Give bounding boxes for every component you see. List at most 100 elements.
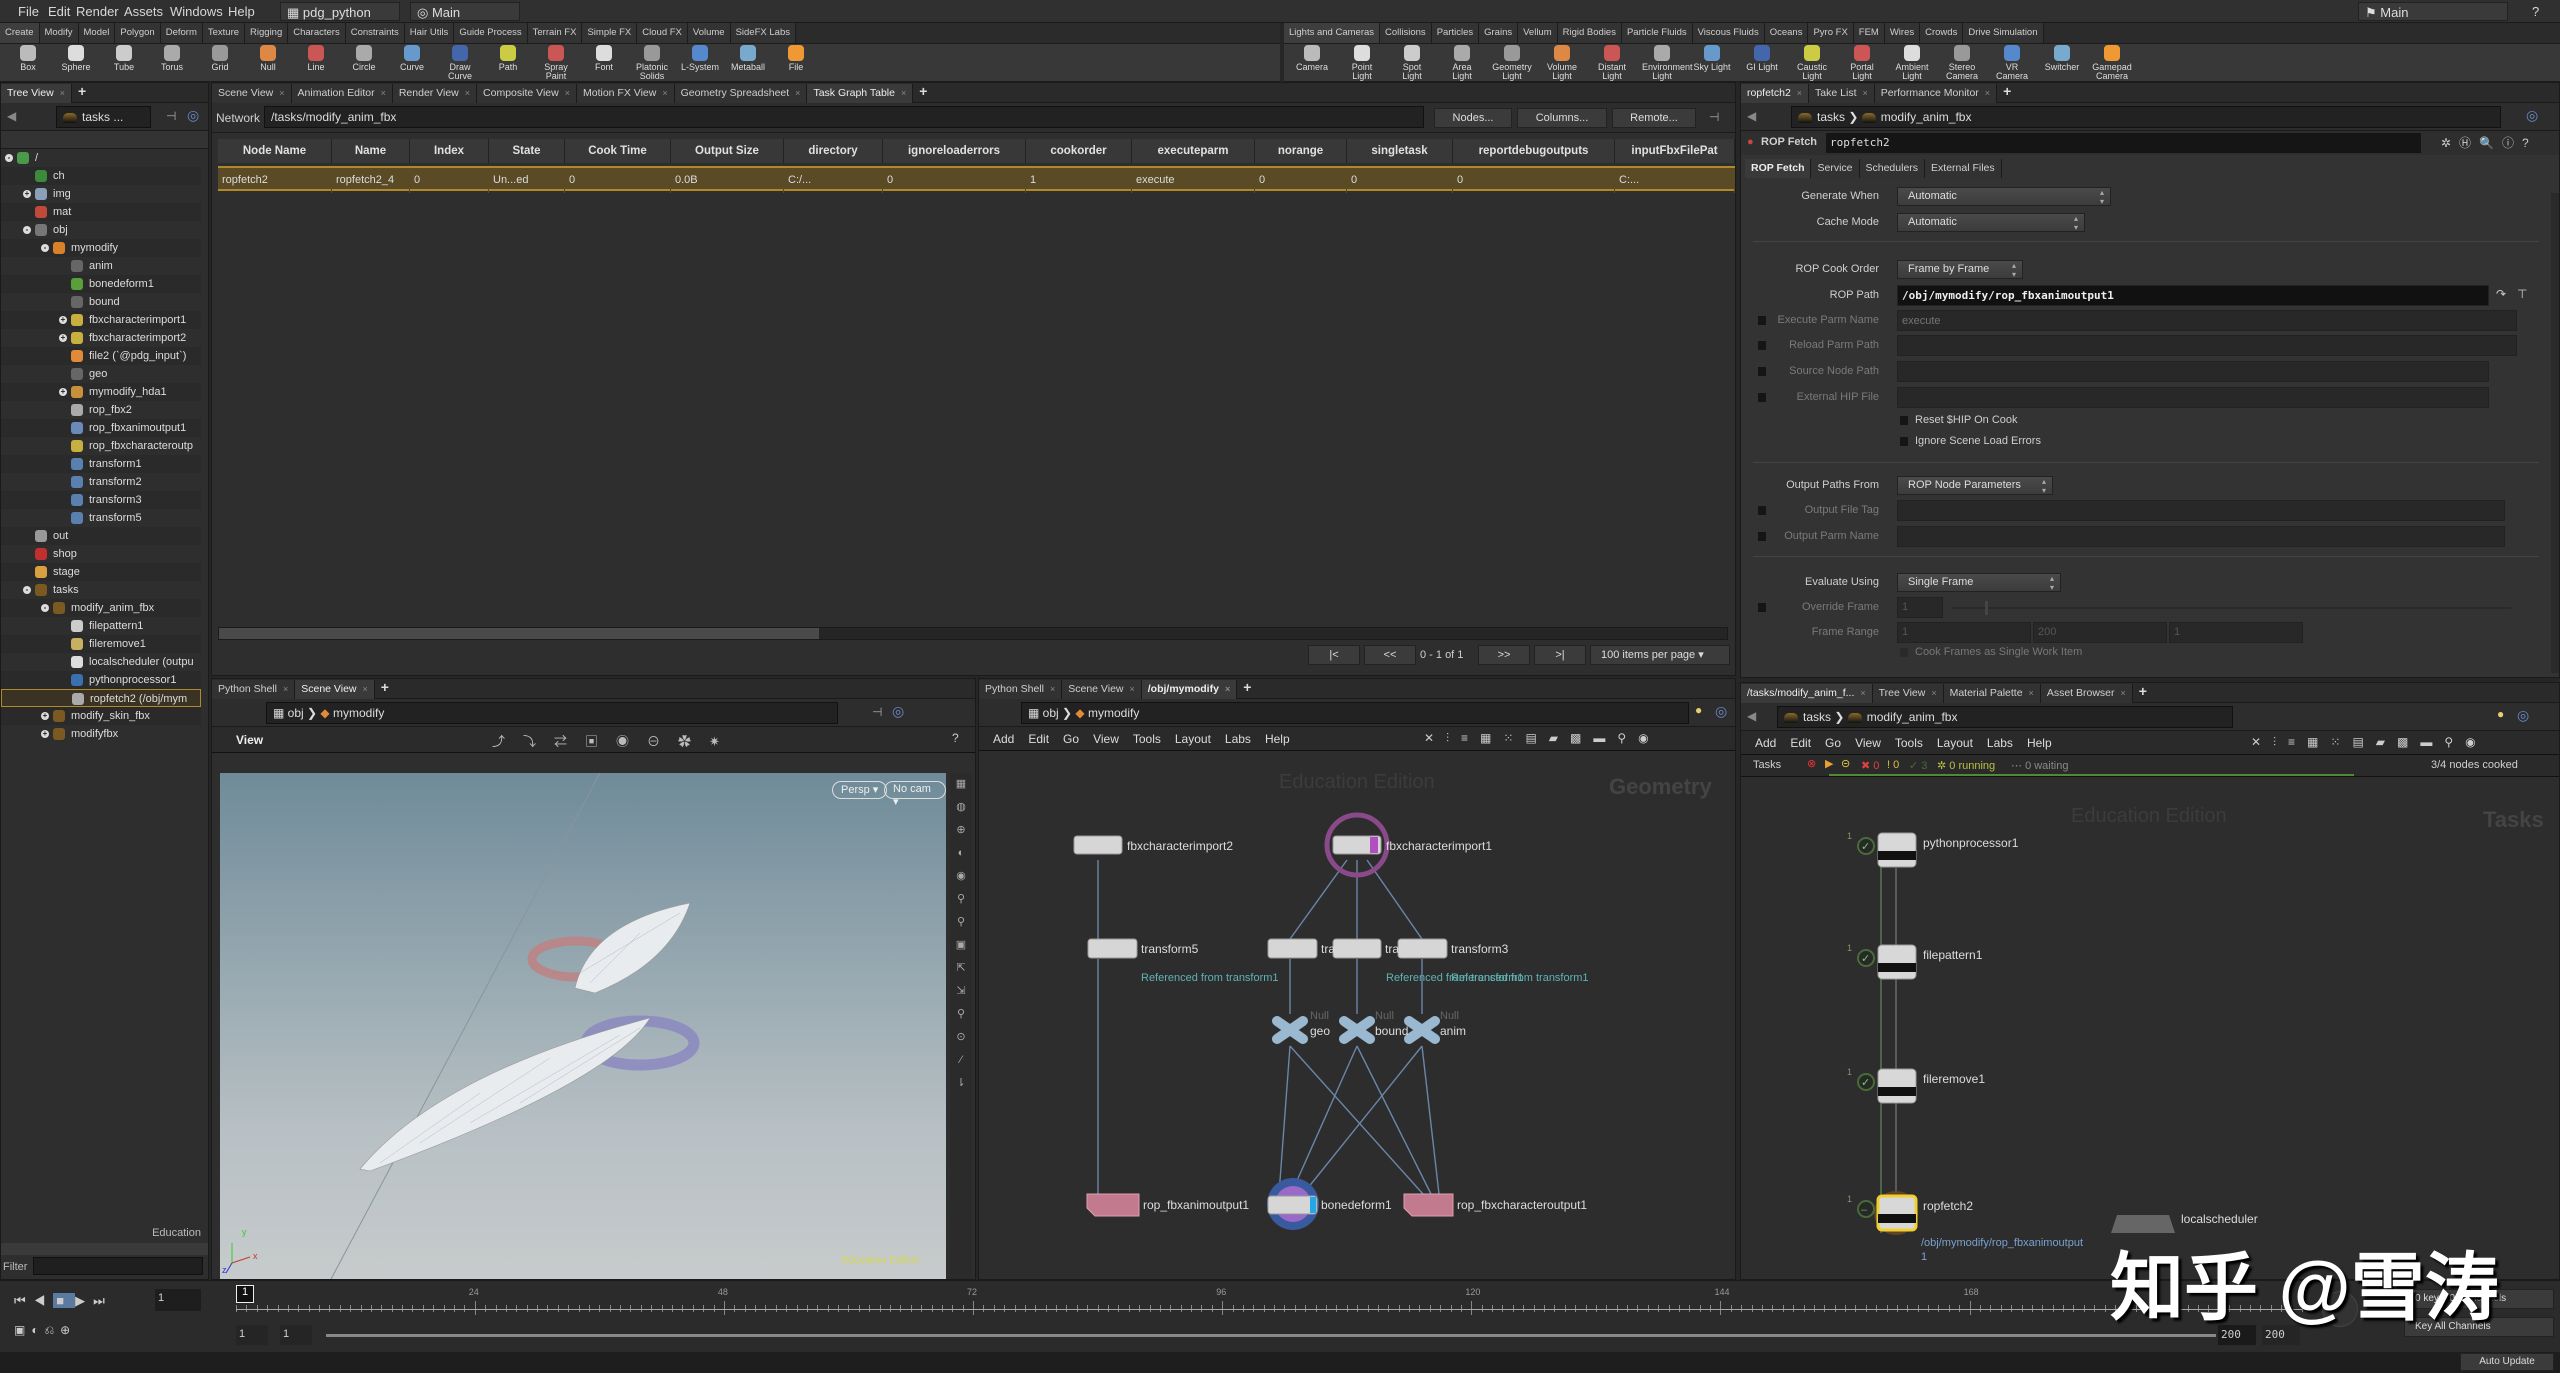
close-icon[interactable]: × xyxy=(283,684,288,694)
subtab-schedulers[interactable]: Schedulers xyxy=(1859,159,1926,178)
shelf-tool-tube[interactable]: Tube xyxy=(104,45,144,72)
tree-item[interactable]: bonedeform1 xyxy=(1,275,201,293)
remote-button[interactable]: Remote... xyxy=(1612,108,1696,128)
tree-item[interactable]: out xyxy=(1,527,201,545)
cook-single-checkbox[interactable] xyxy=(1899,647,1909,658)
node-chooser-icon[interactable]: ⊤ xyxy=(2517,287,2527,301)
slider-handle[interactable] xyxy=(1985,601,1988,615)
tree-item[interactable]: shop xyxy=(1,545,201,563)
timeline-options-icons[interactable]: ▣◐⎌⊕ xyxy=(14,1323,76,1338)
shelf-tool-draw-curve[interactable]: Draw Curve xyxy=(440,45,480,81)
node-name-input[interactable]: ropfetch2 xyxy=(1826,133,2421,153)
tree-item[interactable]: + modifyfbx xyxy=(1,725,201,743)
shelf-tool-gi-light[interactable]: GI Light xyxy=(1742,45,1782,72)
shelf-tab[interactable]: Polygon xyxy=(115,23,161,43)
range-start2-input[interactable]: 1 xyxy=(280,1325,312,1345)
collapse-icon[interactable]: - xyxy=(23,586,31,594)
rop-cook-order-select[interactable]: Frame by Frame xyxy=(1897,260,2023,279)
generate-when-select[interactable]: Automatic xyxy=(1897,187,2111,206)
subtab-service[interactable]: Service xyxy=(1811,159,1860,178)
expand-icon[interactable]: + xyxy=(41,730,49,738)
key-icon[interactable] xyxy=(2322,1291,2358,1327)
range-start-input[interactable]: 1 xyxy=(236,1325,268,1345)
shelf-tool-box[interactable]: Box xyxy=(8,45,48,72)
shelf-tab[interactable]: Vellum xyxy=(1518,23,1558,43)
shelf-tool-geometry-light[interactable]: Geometry Light xyxy=(1492,45,1532,81)
expand-icon[interactable]: + xyxy=(23,190,31,198)
tab-python-shell[interactable]: Python Shell × xyxy=(212,680,296,699)
column-header[interactable]: ignoreloaderrors xyxy=(883,139,1026,163)
back-arrow-icon[interactable]: ◀ xyxy=(7,109,16,123)
frame-ruler[interactable]: 24 48 72 96 120 144 168 192 xyxy=(236,1287,2303,1321)
tree-item[interactable]: fileremove1 xyxy=(1,635,201,653)
shelf-tab[interactable]: Model xyxy=(78,23,116,43)
pin-icon[interactable]: ⊣ xyxy=(166,109,176,123)
menu-windows[interactable]: Windows xyxy=(170,4,223,19)
column-header[interactable]: State xyxy=(489,139,565,163)
prev-page-button[interactable]: << xyxy=(1364,645,1416,665)
pin-icon[interactable]: ⊣ xyxy=(1709,110,1719,124)
column-header[interactable]: cookorder xyxy=(1026,139,1132,163)
shelf-tab[interactable]: Particle Fluids xyxy=(1621,23,1693,43)
column-header[interactable]: Node Name xyxy=(218,139,332,163)
shelf-tab[interactable]: Particles xyxy=(1431,23,1480,43)
add-tab-button[interactable]: + xyxy=(72,83,92,99)
tab-performance-monitor[interactable]: Performance Monitor × xyxy=(1874,84,1998,103)
pin-icon[interactable]: ⊣ xyxy=(872,705,882,719)
range-end-input[interactable]: 200 xyxy=(2218,1325,2256,1345)
shelf-tab[interactable]: Collisions xyxy=(1380,23,1432,43)
shelf-tool-l-system[interactable]: L-System xyxy=(680,45,720,72)
shelf-tool-platonic-solids[interactable]: Platonic Solids xyxy=(632,45,672,81)
shelf-tab[interactable]: Grains xyxy=(1479,23,1519,43)
tree-item[interactable]: rop_fbxcharacteroutp xyxy=(1,437,201,455)
tab-motion-fx-view[interactable]: Motion FX View × xyxy=(577,84,675,103)
add-tab-button[interactable]: + xyxy=(375,679,395,695)
link-icon[interactable]: ◎ xyxy=(187,107,199,124)
rop-path-input[interactable]: /obj/mymodify/rop_fbxanimoutput1 xyxy=(1897,285,2489,306)
node-actions-icons[interactable]: ✲Ⓗ🔍ⓘ? xyxy=(2441,134,2537,151)
collapse-icon[interactable]: - xyxy=(41,244,49,252)
tree-item[interactable]: + fbxcharacterimport1 xyxy=(1,311,201,329)
shelf-tab[interactable]: Hair Utils xyxy=(404,23,455,43)
reset-hip-checkbox[interactable] xyxy=(1899,415,1909,426)
collapse-icon[interactable]: - xyxy=(23,226,31,234)
shelf-tab[interactable]: Lights and Cameras xyxy=(1284,23,1381,43)
task-node-pythonprocessor1[interactable]: ✓ 1 pythonprocessor1 xyxy=(1847,831,2019,868)
column-header[interactable]: directory xyxy=(784,139,883,163)
tree-item[interactable]: transform1 xyxy=(1,455,201,473)
node-null-geo[interactable] xyxy=(1272,1016,1308,1044)
range-end2-input[interactable]: 200 xyxy=(2262,1325,2300,1345)
override-frame-slider[interactable] xyxy=(1951,601,2511,615)
shelf-tool-point-light[interactable]: Point Light xyxy=(1342,45,1382,81)
auto-update-select[interactable]: Auto Update xyxy=(2460,1353,2554,1371)
tree-item[interactable]: transform3 xyxy=(1,491,201,509)
shelf-tab[interactable]: SideFX Labs xyxy=(730,23,796,43)
shelf-tool-vr-camera[interactable]: VR Camera xyxy=(1992,45,2032,81)
shelf-tool-metaball[interactable]: Metaball xyxy=(728,45,768,72)
tree-item[interactable]: - obj xyxy=(1,221,201,239)
tree-item[interactable]: bound xyxy=(1,293,201,311)
menu-file[interactable]: File xyxy=(18,4,39,19)
shelf-tool-ambient-light[interactable]: Ambient Light xyxy=(1892,45,1932,81)
external-hip-input[interactable] xyxy=(1897,387,2489,408)
desktop-select[interactable]: ▦ pdg_python xyxy=(280,2,400,21)
column-header[interactable]: Name xyxy=(332,139,410,163)
node-transform3[interactable] xyxy=(1397,938,1448,959)
tree-item[interactable]: transform5 xyxy=(1,509,201,527)
tab-animation-editor[interactable]: Animation Editor × xyxy=(291,84,393,103)
node-transform5[interactable] xyxy=(1087,938,1138,959)
shelf-tool-spray-paint[interactable]: Spray Paint xyxy=(536,45,576,81)
tree-item[interactable]: - mymodify xyxy=(1,239,201,257)
param-scrollbar[interactable] xyxy=(2551,193,2559,673)
add-tab-button[interactable]: + xyxy=(1997,83,2017,99)
tree-item[interactable]: - tasks xyxy=(1,581,201,599)
tree-item[interactable]: + img xyxy=(1,185,201,203)
close-icon[interactable]: × xyxy=(279,88,284,98)
output-parm-input[interactable] xyxy=(1897,526,2505,547)
shelf-tab[interactable]: Simple FX xyxy=(582,23,638,43)
shelf-tool-circle[interactable]: Circle xyxy=(344,45,384,72)
shelf-tab[interactable]: Wires xyxy=(1884,23,1921,43)
expand-icon[interactable]: + xyxy=(59,388,67,396)
frame-range-start[interactable]: 1 xyxy=(1897,622,2031,643)
node-fbxcharacterimport2[interactable] xyxy=(1073,835,1123,855)
